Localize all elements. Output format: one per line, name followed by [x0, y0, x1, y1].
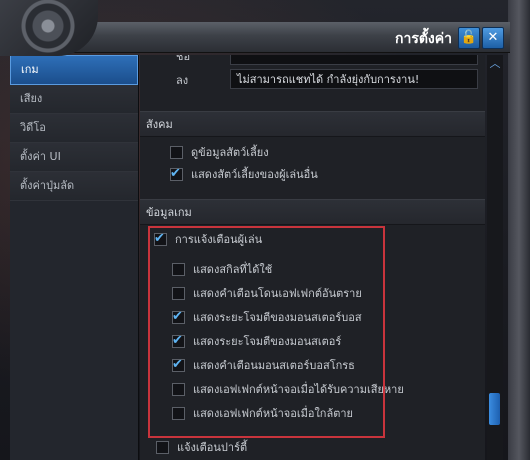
option-label: แสดงเอฟเฟกต์หน้าจอเมื่อใกล้ตาย	[193, 407, 353, 420]
checkbox[interactable]	[172, 406, 185, 420]
option-label: แสดงเอฟเฟกต์หน้าจอเมื่อได้รับความเสียหาย	[193, 383, 404, 396]
partial-field-input[interactable]	[230, 55, 478, 65]
sidebar-item-game[interactable]: เกม	[10, 55, 138, 85]
content-scrollbar[interactable]: ︿	[487, 55, 503, 460]
option-label: แสดงคำเตือนมอนสเตอร์บอสโกรธ	[193, 359, 355, 372]
option-damage-screen-effect[interactable]: แสดงเอฟเฟกต์หน้าจอเมื่อได้รับความเสียหาย	[172, 380, 404, 400]
option-player-notifications[interactable]: การแจ้งเตือนผู้เล่น	[154, 229, 263, 250]
option-label: ดูข้อมูลสัตว์เลี้ยง	[191, 146, 269, 159]
option-label: แสดงคำเตือนโดนเอฟเฟกต์อันตราย	[193, 287, 362, 300]
sidebar-item-label: ตั้งค่าปุ่มลัด	[20, 179, 75, 192]
lock-button[interactable]: 🔓	[458, 27, 480, 49]
option-label: แสดงสัตว์เลี้ยงของผู้เล่นอื่น	[191, 168, 318, 181]
section-title: สังคม	[146, 118, 173, 131]
checkbox[interactable]	[172, 382, 185, 396]
option-danger-effect-warning[interactable]: แสดงคำเตือนโดนเอฟเฟกต์อันตราย	[172, 284, 362, 304]
sidebar-item-label: เสียง	[20, 92, 43, 105]
option-show-others-pets[interactable]: แสดงสัตว์เลี้ยงของผู้เล่นอื่น	[170, 164, 318, 185]
close-icon: ✕	[487, 30, 499, 45]
close-button[interactable]: ✕	[482, 27, 504, 49]
sidebar-item-label: ตั้งค่า UI	[20, 150, 61, 163]
option-label: แสดงระยะโจมตีของมอนสเตอร์	[193, 335, 342, 348]
settings-content-panel: ชื่อ ลง ไม่สามารถแชทได้ กำลังยุ่งกับการง…	[140, 55, 485, 460]
sidebar-item-label: เกม	[21, 63, 39, 76]
checkbox[interactable]	[154, 229, 167, 249]
sidebar-item-label: วิดีโอ	[20, 121, 46, 134]
chevron-up-icon[interactable]: ︿	[487, 57, 503, 71]
settings-sidebar: เกม เสียง วิดีโอ ตั้งค่า UI ตั้งค่าปุ่มล…	[10, 55, 139, 460]
checkbox[interactable]	[156, 440, 169, 454]
sidebar-item-video[interactable]: วิดีโอ	[10, 114, 138, 143]
option-boss-rage-warning[interactable]: แสดงคำเตือนมอนสเตอร์บอสโกรธ	[172, 355, 355, 376]
checkbox[interactable]	[172, 355, 185, 375]
scroll-thumb[interactable]	[489, 393, 500, 425]
checkbox[interactable]	[170, 145, 183, 159]
background-pillar	[508, 0, 530, 460]
checkbox[interactable]	[172, 307, 185, 327]
sidebar-item-ui-settings[interactable]: ตั้งค่า UI	[10, 143, 138, 172]
lock-icon: 🔓	[460, 30, 478, 45]
leave-message-input[interactable]: ไม่สามารถแชทได้ กำลังยุ่งกับการงาน!	[230, 69, 478, 89]
sidebar-item-sound[interactable]: เสียง	[10, 85, 138, 114]
option-monster-attack-range[interactable]: แสดงระยะโจมตีของมอนสเตอร์	[172, 331, 342, 352]
partial-field-label: ชื่อ	[176, 55, 191, 63]
section-title: ข้อมูลเกม	[146, 206, 192, 219]
window-title: การตั้งค่า	[394, 31, 452, 47]
option-label: การแจ้งเตือนผู้เล่น	[175, 233, 263, 246]
option-view-pet-info[interactable]: ดูข้อมูลสัตว์เลี้ยง	[170, 143, 269, 163]
option-boss-attack-range[interactable]: แสดงระยะโจมตีของมอนสเตอร์บอส	[172, 307, 362, 328]
option-label: แสดงระยะโจมตีของมอนสเตอร์บอส	[193, 311, 362, 324]
section-game-info-header: ข้อมูลเกม	[140, 199, 485, 225]
sidebar-item-hotkey-settings[interactable]: ตั้งค่าปุ่มลัด	[10, 172, 138, 201]
checkbox[interactable]	[170, 164, 183, 184]
option-label: แจ้งเตือนปาร์ตี้	[177, 441, 248, 454]
option-near-death-screen-effect[interactable]: แสดงเอฟเฟกต์หน้าจอเมื่อใกล้ตาย	[172, 404, 353, 424]
checkbox[interactable]	[172, 262, 185, 276]
option-party-notifications[interactable]: แจ้งเตือนปาร์ตี้	[156, 438, 247, 458]
checkbox[interactable]	[172, 286, 185, 300]
checkbox[interactable]	[172, 331, 185, 351]
section-social-header: สังคม	[140, 111, 485, 137]
option-label: แสดงสกิลที่ได้ใช้	[193, 263, 273, 276]
leave-message-label: ลง	[176, 74, 189, 87]
option-show-used-skills[interactable]: แสดงสกิลที่ได้ใช้	[172, 260, 272, 280]
